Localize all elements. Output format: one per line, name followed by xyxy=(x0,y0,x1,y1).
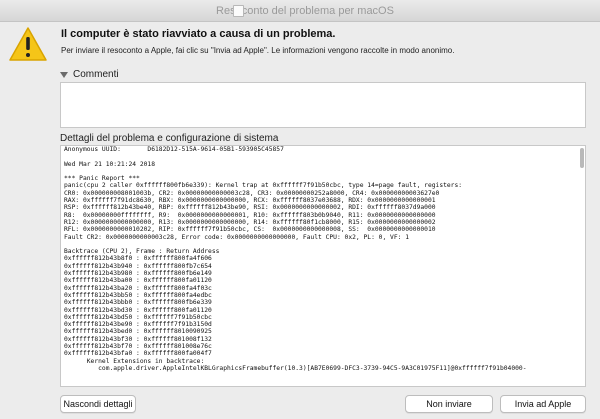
report-line: 0xffffff812b43bd50 : 0xffffff7f91b50cbc xyxy=(64,313,212,321)
report-line: Anonymous UUID: D6182D12-515A-9614-05B1-… xyxy=(64,146,284,153)
alert-subtext: Per inviare il resoconto a Apple, fai cl… xyxy=(61,46,455,55)
report-line: panic(cpu 2 caller 0xffffff800fb6e339): … xyxy=(64,182,463,190)
report-line: CR0: 0x000000008001003b, CR2: 0x00000000… xyxy=(64,189,440,197)
report-line: *** Panic Report *** xyxy=(64,175,140,183)
report-line: 0xffffff812b43ba20 : 0xffffff800fa4f03c xyxy=(64,284,212,292)
report-line: 0xffffff812b43b980 : 0xffffff800fb6e149 xyxy=(64,270,212,278)
report-line: Wed Mar 21 10:21:24 2018 xyxy=(64,160,155,168)
send-to-apple-button[interactable]: Invia ad Apple xyxy=(500,395,586,413)
report-line: 0xffffff812b43b940 : 0xffffff800fb7c654 xyxy=(64,262,212,270)
dont-send-button[interactable]: Non inviare xyxy=(405,395,493,413)
alert-heading: Il computer è stato riavviato a causa di… xyxy=(61,28,336,40)
report-line: Backtrace (CPU 2), Frame : Return Addres… xyxy=(64,248,220,256)
report-line: 0xffffff812b43bf70 : 0xffffff801008e76c xyxy=(64,343,212,351)
report-line: 0xffffff812b43ba00 : 0xffffff800fa01120 xyxy=(64,277,212,285)
report-line: 0xffffff812b43bd30 : 0xffffff800fa01120 xyxy=(64,306,212,314)
report-line: Kernel Extensions in backtrace: xyxy=(64,357,205,365)
report-line: RSP: 0xffffff812b43be40, RBP: 0xffffff81… xyxy=(64,204,436,212)
report-line: 0xffffff812b43bbb0 : 0xffffff800fb6e339 xyxy=(64,299,212,307)
report-line: 0xffffff812b43bed0 : 0xffffff8010090925 xyxy=(64,328,212,336)
report-line: 0xffffff812b43b8f0 : 0xffffff800fa4f606 xyxy=(64,255,212,263)
report-line xyxy=(64,153,582,160)
report-line xyxy=(64,241,582,248)
details-label: Dettagli del problema e configurazione d… xyxy=(60,133,279,144)
report-scrollbar[interactable] xyxy=(580,148,584,168)
comments-field[interactable] xyxy=(60,82,586,128)
report-line: com.apple.driver.AppleIntelKBLGraphicsFr… xyxy=(64,364,527,372)
title-bar: Resoconto del problema per macOS xyxy=(0,0,600,22)
problem-report-text: Anonymous UUID: D6182D12-515A-9614-05B1-… xyxy=(61,146,585,372)
report-line: 0xffffff812b43bb50 : 0xffffff800fa4edbc xyxy=(64,291,212,299)
document-icon xyxy=(233,5,244,17)
comments-disclosure[interactable]: Commenti xyxy=(60,69,119,80)
hide-details-button[interactable]: Nascondi dettagli xyxy=(60,395,136,413)
report-line xyxy=(64,168,582,175)
report-line: RFL: 0x0000000000010202, RIP: 0xffffff7f… xyxy=(64,226,436,234)
report-line: 0xffffff812b43be90 : 0xffffff7f91b3150d xyxy=(64,321,212,329)
report-line: Fault CR2: 0x0000000000003c28, Error cod… xyxy=(64,233,409,241)
warning-icon xyxy=(9,27,47,61)
report-line: R8: 0x00000000ffffffff, R9: 0x0000000000… xyxy=(64,211,436,219)
report-line: RAX: 0xffffff7f91dc8630, RBX: 0x00000000… xyxy=(64,197,436,205)
problem-report-textarea[interactable]: Anonymous UUID: D6182D12-515A-9614-05B1-… xyxy=(60,145,586,387)
report-line: 0xffffff812b43bfa0 : 0xffffff800fa004f7 xyxy=(64,350,212,358)
disclosure-triangle-icon[interactable] xyxy=(60,71,68,78)
report-line: 0xffffff812b43bf30 : 0xffffff801008f132 xyxy=(64,335,212,343)
comments-label: Commenti xyxy=(73,69,119,80)
report-line: R12: 0x0000000000000000, R13: 0x00000000… xyxy=(64,218,436,226)
